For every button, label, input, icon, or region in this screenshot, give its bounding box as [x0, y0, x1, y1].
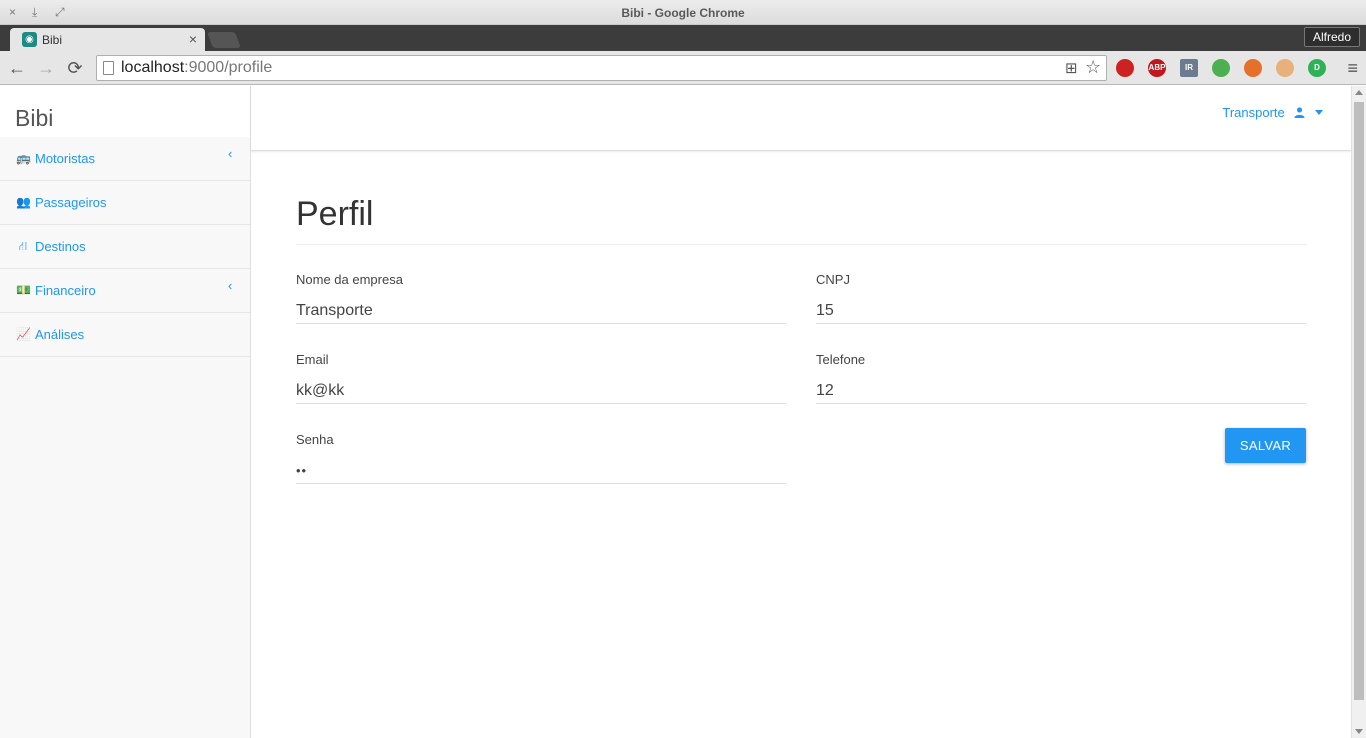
- bookmark-star-icon[interactable]: ☆: [1085, 57, 1101, 78]
- page-scrollbar[interactable]: [1351, 86, 1366, 738]
- profile-button[interactable]: Alfredo: [1303, 27, 1360, 47]
- url-host: localhost: [121, 59, 185, 76]
- tab-strip: ◉ Bibi × Alfredo: [0, 25, 1366, 51]
- url-path: :9000/profile: [184, 59, 273, 76]
- scroll-down-arrow-icon[interactable]: [1355, 729, 1363, 734]
- cnpj-field: CNPJ: [816, 272, 1306, 342]
- phone-label: Telefone: [816, 352, 866, 367]
- email-field: Email: [296, 352, 786, 422]
- speech-bubble-extension-icon[interactable]: [1212, 59, 1230, 77]
- privacy-extension-icon[interactable]: [1116, 59, 1134, 77]
- caret-down-icon: [1315, 110, 1323, 115]
- sidebar-nav: 🚌 Motoristas ‹ 👥 Passageiros ⛙ Destinos 💵 Financ…: [0, 137, 250, 357]
- company-name-field: Nome da empresa: [296, 272, 786, 342]
- bus-icon: 🚌: [16, 151, 31, 165]
- sidebar-item-financeiro[interactable]: 💵 Financeiro ‹: [0, 269, 250, 313]
- sidebar-item-label: Destinos: [35, 239, 86, 254]
- page-title: Perfil: [296, 195, 374, 233]
- translate-icon[interactable]: ⊞: [1065, 59, 1078, 77]
- browser-toolbar: ← → ⟳ localhost:9000/profile ⊞ ☆ ABP IR D …: [0, 51, 1366, 85]
- address-bar[interactable]: localhost:9000/profile ⊞ ☆: [96, 55, 1107, 81]
- save-button[interactable]: SALVAR: [1225, 428, 1306, 463]
- sidebar-item-label: Passageiros: [35, 195, 107, 210]
- adblock-plus-icon[interactable]: ABP: [1148, 59, 1166, 77]
- money-icon: 💵: [16, 283, 31, 297]
- window-title: Bibi - Google Chrome: [621, 6, 745, 20]
- password-field: Senha: [296, 432, 786, 502]
- scroll-up-arrow-icon[interactable]: [1355, 90, 1363, 95]
- forward-arrow-icon[interactable]: →: [35, 57, 57, 79]
- page-viewport: Bibi 🚌 Motoristas ‹ 👥 Passageiros ⛙ Destinos 💵 F…: [0, 86, 1366, 738]
- scrollbar-thumb[interactable]: [1354, 102, 1364, 700]
- user-icon: [1294, 107, 1305, 118]
- back-arrow-icon[interactable]: ←: [6, 57, 28, 79]
- reload-icon[interactable]: ⟳: [64, 57, 86, 79]
- email-input[interactable]: [296, 378, 786, 404]
- line-chart-icon: 📈: [16, 327, 31, 341]
- sidebar-item-motoristas[interactable]: 🚌 Motoristas ‹: [0, 137, 250, 181]
- color-picker-extension-icon[interactable]: [1244, 59, 1262, 77]
- sidebar-item-analises[interactable]: 📈 Análises: [0, 313, 250, 357]
- cnpj-label: CNPJ: [816, 272, 850, 287]
- d-extension-icon[interactable]: D: [1308, 59, 1326, 77]
- window-title-bar: × ⤓ ⤢ Bibi - Google Chrome: [0, 0, 1366, 25]
- new-tab-button[interactable]: [207, 32, 241, 48]
- chrome-menu-icon[interactable]: ≡: [1347, 58, 1358, 79]
- chevron-left-icon[interactable]: ‹: [228, 146, 232, 161]
- road-icon: ⛙: [18, 239, 28, 253]
- url-text[interactable]: localhost:9000/profile: [121, 59, 272, 77]
- sidebar-item-label: Financeiro: [35, 283, 96, 298]
- users-icon: 👥: [16, 195, 31, 209]
- sidebar: Bibi 🚌 Motoristas ‹ 👥 Passageiros ⛙ Destinos 💵 F…: [0, 86, 251, 738]
- sidebar-item-destinos[interactable]: ⛙ Destinos: [0, 225, 250, 269]
- user-dropdown[interactable]: Transporte: [1222, 105, 1323, 120]
- phone-field: Telefone: [816, 352, 1306, 422]
- page-header: Perfil: [296, 194, 1306, 245]
- password-input[interactable]: [296, 458, 786, 484]
- tab-close-icon[interactable]: ×: [189, 31, 197, 47]
- character-extension-icon[interactable]: [1276, 59, 1294, 77]
- user-menu-label: Transporte: [1222, 105, 1285, 120]
- browser-tab-bibi[interactable]: ◉ Bibi ×: [10, 28, 205, 51]
- email-label: Email: [296, 352, 329, 367]
- cnpj-input[interactable]: [816, 298, 1306, 324]
- bibi-favicon-icon: ◉: [22, 32, 37, 47]
- chevron-left-icon[interactable]: ‹: [228, 278, 232, 293]
- sidebar-item-label: Análises: [35, 327, 85, 342]
- sidebar-item-passageiros[interactable]: 👥 Passageiros: [0, 181, 250, 225]
- phone-input[interactable]: [816, 378, 1306, 404]
- tab-title: Bibi: [42, 33, 63, 47]
- company-name-label: Nome da empresa: [296, 272, 403, 287]
- password-label: Senha: [296, 432, 334, 447]
- brand-logo[interactable]: Bibi: [15, 105, 53, 132]
- ir-extension-icon[interactable]: IR: [1180, 59, 1198, 77]
- top-navbar: Transporte: [251, 86, 1351, 151]
- page-icon: [103, 61, 114, 75]
- company-name-input[interactable]: [296, 298, 786, 324]
- brand-area: Bibi: [0, 86, 250, 137]
- sidebar-item-label: Motoristas: [35, 151, 95, 166]
